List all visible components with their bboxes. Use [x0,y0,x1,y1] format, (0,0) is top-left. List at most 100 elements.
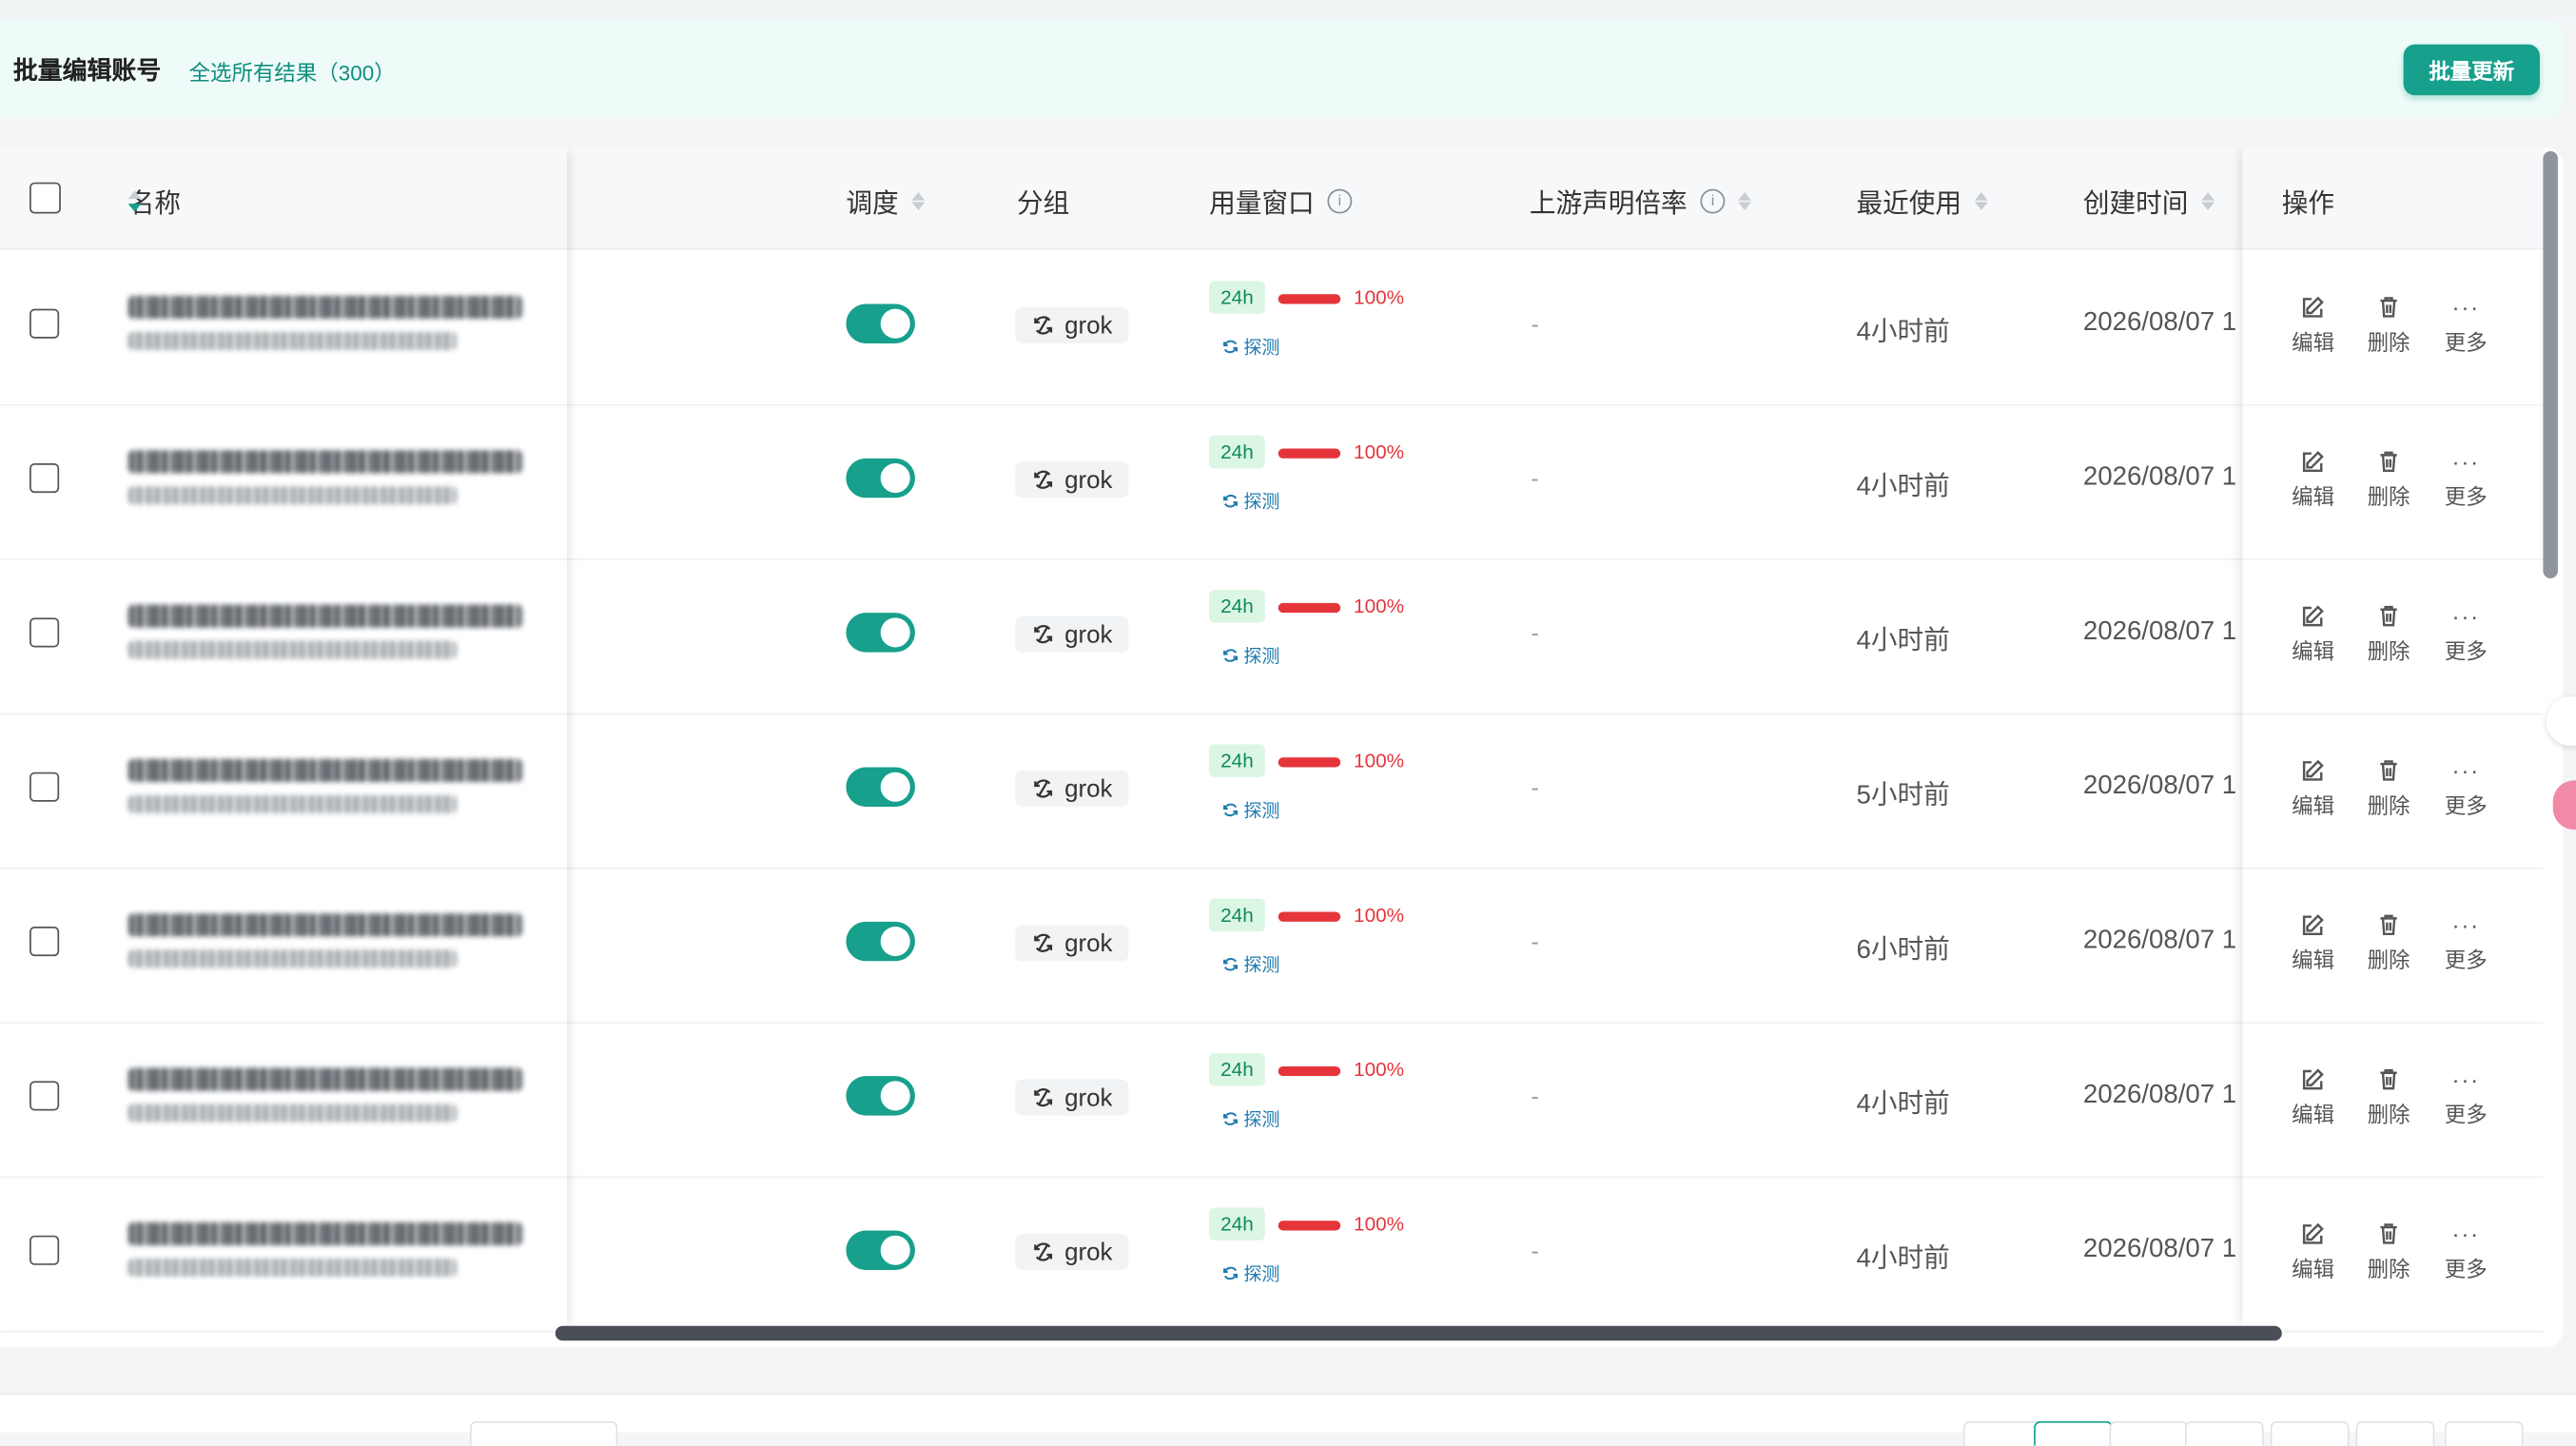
account-name-redacted[interactable] [127,913,523,937]
page-1[interactable] [2034,1420,2113,1446]
sort-icon[interactable] [2201,191,2215,210]
schedule-toggle[interactable] [846,767,915,807]
accounts-table: 名称 调度 分组 用量窗口 i 上游声明倍率 i 最近使用 创建时间 grok … [0,147,2564,1348]
probe-link[interactable]: 探测 [1222,797,1279,824]
col-upstream-ratio[interactable]: 上游声明倍率 i [1530,181,1752,220]
vertical-scrollbar[interactable] [2543,150,2558,578]
probe-link[interactable]: 探测 [1222,1260,1279,1287]
col-name[interactable]: 名称 [127,181,181,220]
more-button[interactable]: ··· 更多 [2445,911,2488,974]
select-all-checkbox[interactable] [29,182,61,214]
col-created-label: 创建时间 [2082,190,2189,219]
edit-button[interactable]: 编辑 [2292,1066,2334,1129]
row-checkbox[interactable] [29,772,60,802]
row-actions: 编辑 删除 ··· 更多 [2242,558,2544,715]
edit-button[interactable]: 编辑 [2292,448,2334,511]
toggle-knob [880,617,910,648]
page-next[interactable] [2444,1420,2524,1446]
sort-icon[interactable] [127,189,142,211]
bulk-update-button[interactable]: 批量更新 [2403,44,2540,96]
row-checkbox[interactable] [29,1235,60,1265]
more-button[interactable]: ··· 更多 [2445,1221,2488,1283]
probe-link[interactable]: 探测 [1222,642,1279,669]
schedule-toggle[interactable] [846,921,915,962]
page-prev[interactable] [1962,1420,2042,1446]
delete-label: 删除 [2367,948,2410,973]
edit-button[interactable]: 编辑 [2292,1221,2334,1283]
group-tag: grok [1015,616,1129,653]
delete-button[interactable]: 删除 [2368,911,2410,974]
edit-icon [2300,1066,2327,1093]
delete-button[interactable]: 删除 [2368,757,2410,820]
delete-button[interactable]: 删除 [2368,1221,2410,1283]
edit-label: 编辑 [2292,948,2335,973]
probe-label: 探测 [1243,801,1280,822]
probe-link[interactable]: 探测 [1222,488,1279,515]
usage-percent: 100% [1354,903,1405,928]
probe-link[interactable]: 探测 [1222,334,1279,361]
refresh-icon [1222,1110,1239,1126]
schedule-toggle[interactable] [846,613,915,653]
delete-button[interactable]: 删除 [2368,448,2410,511]
schedule-toggle[interactable] [846,1230,915,1270]
more-button[interactable]: ··· 更多 [2445,603,2488,666]
more-button[interactable]: ··· 更多 [2445,1066,2488,1129]
delete-button[interactable]: 删除 [2368,1066,2410,1129]
sort-icon[interactable] [1974,191,1988,210]
schedule-toggle[interactable] [846,1076,915,1116]
probe-link[interactable]: 探测 [1222,951,1279,978]
account-name-redacted[interactable] [127,758,523,783]
refresh-slash-icon [1032,623,1055,646]
horizontal-scrollbar[interactable] [555,1325,2282,1341]
more-label: 更多 [2444,1102,2488,1127]
schedule-toggle[interactable] [846,458,915,498]
info-icon[interactable]: i [1327,187,1353,213]
edit-button[interactable]: 编辑 [2292,603,2334,666]
window-tag: 24h [1209,435,1265,469]
delete-button[interactable]: 删除 [2368,294,2410,357]
select-all-results-link[interactable]: 全选所有结果（300） [189,56,396,88]
row-checkbox[interactable] [29,1081,60,1111]
refresh-icon [1222,647,1239,663]
usage-progress-bar [1278,294,1341,304]
row-checkbox[interactable] [29,308,60,339]
row-checkbox[interactable] [29,617,60,648]
row-checkbox[interactable] [29,927,60,957]
usage-progress-fill [1278,757,1341,768]
account-name-redacted[interactable] [127,295,523,320]
col-last-used[interactable]: 最近使用 [1857,181,1988,220]
edit-button[interactable]: 编辑 [2292,911,2334,974]
account-name-redacted[interactable] [127,604,523,628]
schedule-toggle[interactable] [846,303,915,343]
account-name-redacted[interactable] [127,450,523,474]
row-checkbox[interactable] [29,463,60,494]
more-button[interactable]: ··· 更多 [2445,757,2488,820]
more-button[interactable]: ··· 更多 [2445,448,2488,511]
account-name-redacted[interactable] [127,1221,523,1246]
page-size-select[interactable] [469,1420,618,1446]
page-4[interactable] [2270,1420,2350,1446]
sort-icon[interactable] [1738,191,1752,210]
edit-button[interactable]: 编辑 [2292,757,2334,820]
page-2[interactable] [2109,1420,2189,1446]
page-5[interactable] [2355,1420,2435,1446]
group-label: grok [1064,465,1113,494]
page-3[interactable] [2184,1420,2264,1446]
usage-window: 24h 100% 探测 [1209,435,1439,535]
delete-button[interactable]: 删除 [2368,603,2410,666]
group-label: grok [1064,1238,1113,1266]
info-icon[interactable]: i [1700,187,1726,213]
usage-percent: 100% [1354,749,1405,772]
sort-icon[interactable] [911,191,926,210]
row-actions: 编辑 删除 ··· 更多 [2242,868,2544,1024]
edit-button[interactable]: 编辑 [2292,294,2334,357]
col-usage-window: 用量窗口 i [1209,181,1353,220]
account-subtitle-redacted [127,1258,458,1277]
account-name-redacted[interactable] [127,1067,523,1091]
more-button[interactable]: ··· 更多 [2445,294,2488,357]
col-schedule-label: 调度 [846,190,899,219]
probe-link[interactable]: 探测 [1222,1105,1279,1132]
col-created[interactable]: 创建时间 [2083,181,2215,220]
col-schedule[interactable]: 调度 [846,181,926,220]
window-tag: 24h [1209,744,1265,777]
